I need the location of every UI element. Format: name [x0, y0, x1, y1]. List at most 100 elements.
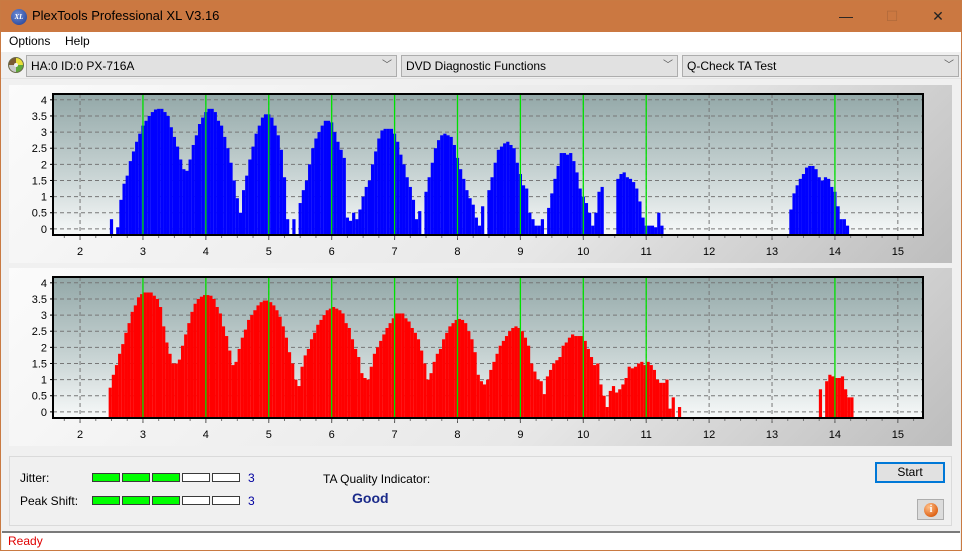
chevron-down-icon: ﹀ — [382, 60, 392, 71]
histogram-bar — [514, 326, 518, 418]
histogram-bar — [556, 165, 560, 235]
histogram-bar — [199, 296, 204, 418]
histogram-bar — [342, 157, 346, 235]
histogram-bar — [275, 310, 279, 418]
y-tick-label: 4 — [41, 278, 47, 290]
histogram-bar — [452, 144, 456, 235]
histogram-bar — [615, 392, 619, 418]
info-button[interactable]: i — [917, 499, 944, 520]
histogram-bar — [533, 371, 537, 418]
histogram-bar — [840, 376, 845, 418]
histogram-bar — [504, 336, 509, 418]
histogram-bar — [187, 323, 191, 418]
x-tick-label: 3 — [140, 429, 146, 441]
histogram-bar — [509, 144, 513, 235]
histogram-bar — [565, 154, 570, 235]
histogram-bar — [146, 292, 150, 418]
histogram-bar — [389, 128, 394, 235]
histogram-bar — [525, 188, 529, 235]
histogram-bar — [446, 135, 450, 235]
histogram-bar — [341, 313, 345, 418]
histogram-bar — [157, 108, 161, 235]
histogram-bar — [523, 337, 528, 418]
histogram-bar — [254, 133, 258, 235]
histogram-bar — [260, 117, 265, 235]
minimize-button[interactable]: — — [823, 1, 869, 32]
histogram-bar — [652, 369, 656, 418]
start-button[interactable]: Start — [875, 462, 945, 483]
drive-select[interactable]: HA:0 ID:0 PX-716A ﹀ — [26, 55, 397, 77]
histogram-bar — [278, 316, 282, 418]
histogram-bar — [591, 225, 595, 235]
histogram-bar — [158, 307, 163, 418]
histogram-bar — [473, 352, 477, 418]
histogram-bar — [405, 177, 409, 235]
histogram-bar — [232, 180, 236, 235]
peak-shift-value: 3 — [248, 494, 255, 508]
histogram-bar — [646, 361, 650, 418]
histogram-bar — [621, 384, 625, 418]
histogram-bar — [304, 180, 309, 235]
histogram-bar — [314, 138, 318, 235]
histogram-bar — [247, 319, 251, 418]
chevron-down-icon: ﹀ — [663, 60, 673, 71]
histogram-bar — [493, 162, 497, 235]
histogram-bar — [562, 153, 567, 235]
histogram-bar — [234, 361, 238, 418]
histogram-bar — [160, 108, 164, 235]
x-tick-label: 14 — [829, 246, 841, 258]
histogram-bar — [805, 167, 809, 235]
histogram-bar — [671, 397, 675, 418]
histogram-bar — [323, 120, 327, 235]
test-select[interactable]: Q-Check TA Test ﹀ — [682, 55, 959, 77]
histogram-bar — [215, 307, 219, 418]
histogram-bar — [440, 135, 444, 235]
histogram-bar — [589, 357, 594, 418]
histogram-bar — [808, 165, 812, 235]
histogram-bar — [831, 376, 835, 418]
meter-segment — [122, 496, 150, 505]
histogram-bar — [449, 136, 453, 235]
histogram-bar — [586, 348, 590, 418]
histogram-bar — [364, 186, 368, 235]
maximize-button[interactable]: ☐ — [869, 1, 915, 32]
histogram-bar — [503, 143, 507, 235]
histogram-bar — [358, 209, 362, 235]
histogram-bar — [118, 353, 122, 418]
histogram-bar — [823, 177, 828, 235]
x-tick-label: 4 — [203, 429, 209, 441]
histogram-bar — [649, 365, 653, 418]
histogram-bar — [171, 363, 175, 418]
app-window: XL PlexTools Professional XL V3.16 — ☐ ✕… — [0, 0, 962, 551]
meter-segment — [152, 473, 180, 482]
histogram-bar — [188, 159, 192, 235]
results-panel: Jitter: 3 Peak Shift: 3 TA Quality Indic… — [9, 456, 952, 526]
close-button[interactable]: ✕ — [915, 1, 961, 32]
histogram-bar — [537, 225, 541, 235]
x-tick-label: 9 — [517, 429, 523, 441]
x-tick-label: 2 — [77, 429, 83, 441]
histogram-bar — [179, 159, 183, 235]
histogram-bar — [569, 153, 573, 235]
histogram-bar — [558, 357, 562, 418]
y-tick-label: 1.5 — [32, 175, 47, 187]
menu-help[interactable]: Help — [65, 34, 90, 48]
chevron-down-icon: ﹀ — [944, 60, 954, 71]
histogram-bar — [561, 345, 565, 418]
histogram-bar — [297, 386, 301, 418]
histogram-bar — [279, 149, 283, 235]
histogram-bar — [210, 108, 214, 235]
histogram-bar — [127, 323, 131, 418]
histogram-bar — [352, 212, 356, 235]
menu-options[interactable]: Options — [9, 34, 50, 48]
histogram-bar — [622, 172, 626, 235]
histogram-bar — [383, 128, 387, 235]
x-tick-label: 10 — [577, 429, 589, 441]
histogram-bar — [311, 148, 315, 235]
title-bar[interactable]: XL PlexTools Professional XL V3.16 — ☐ ✕ — [1, 1, 961, 32]
histogram-bar — [292, 219, 296, 235]
histogram-bar — [335, 308, 339, 418]
histogram-bar — [628, 178, 633, 235]
function-select[interactable]: DVD Diagnostic Functions ﹀ — [401, 55, 678, 77]
histogram-bar — [474, 217, 478, 235]
